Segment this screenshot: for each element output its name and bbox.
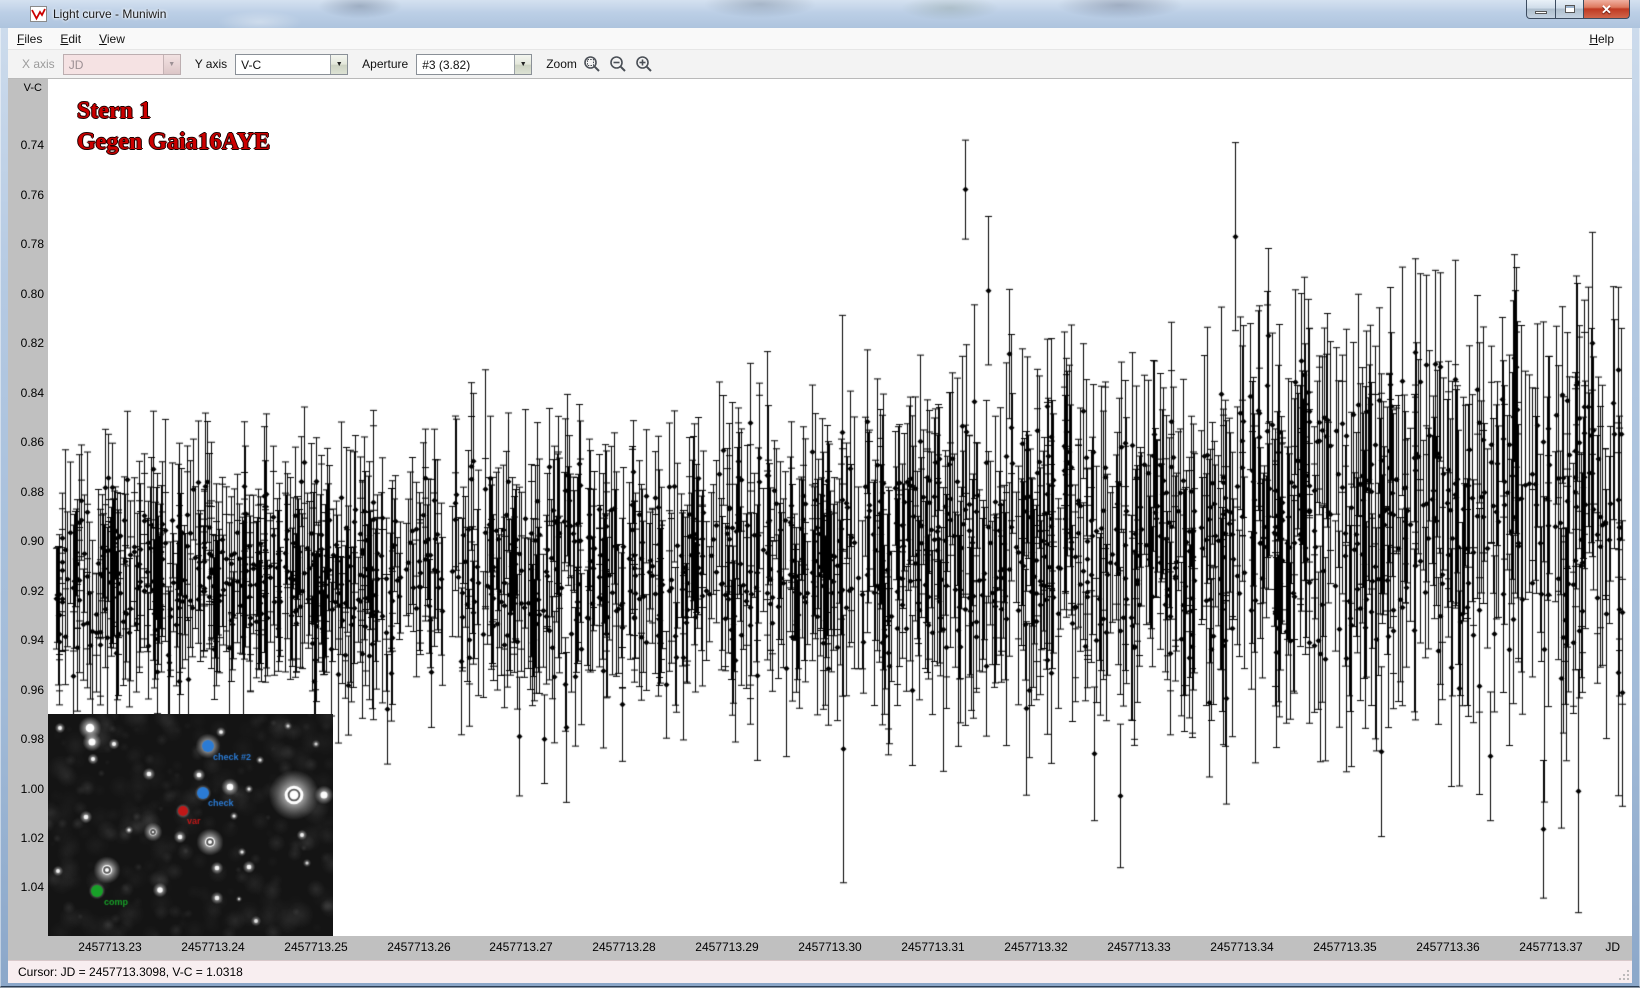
zoom-out-icon [609, 55, 627, 73]
x-tick-label: 2457713.29 [695, 940, 758, 954]
x-tick-label: 2457713.26 [387, 940, 450, 954]
y-tick-label: 0.94 [21, 633, 44, 647]
x-tick-label: 2457713.33 [1107, 940, 1170, 954]
menu-files[interactable]: Files [8, 29, 51, 49]
close-button[interactable]: ✕ [1584, 0, 1630, 19]
x-tick-label: 2457713.36 [1416, 940, 1479, 954]
x-tick-label: 2457713.25 [284, 940, 347, 954]
titlebar[interactable]: Light curve - Muniwin ✕ [0, 0, 1640, 28]
x-tick-label: 2457713.23 [78, 940, 141, 954]
x-axis-label: X axis [22, 57, 55, 71]
y-tick-label: 0.74 [21, 138, 44, 152]
star-field-inset [48, 714, 333, 936]
minimize-button[interactable] [1526, 0, 1556, 19]
window-title: Light curve - Muniwin [53, 7, 166, 21]
x-tick-label: 2457713.37 [1519, 940, 1582, 954]
y-tick-label: 0.76 [21, 188, 44, 202]
zoom-in-button[interactable] [633, 53, 655, 75]
x-tick-label: 2457713.35 [1313, 940, 1376, 954]
toolbar: X axis JD ▼ Y axis V-C ▼ Aperture #3 (3.… [8, 50, 1632, 79]
y-tick-label: 0.80 [21, 287, 44, 301]
window-controls: ✕ [1526, 0, 1630, 19]
zoom-label: Zoom [546, 57, 577, 71]
aperture-label: Aperture [362, 57, 408, 71]
y-tick-label: 1.00 [21, 782, 44, 796]
cursor-readout: Cursor: JD = 2457713.3098, V-C = 1.0318 [18, 965, 243, 979]
x-tick-label: 2457713.31 [901, 940, 964, 954]
chart-title: Stern 1 Gegen Gaia16AYE [77, 96, 270, 158]
menu-help[interactable]: Help [1583, 29, 1620, 49]
y-axis-label: Y axis [195, 57, 227, 71]
x-axis-title: JD [1605, 940, 1620, 954]
aperture-combobox[interactable]: #3 (3.82) ▼ [416, 54, 532, 75]
zoom-in-icon [635, 55, 653, 73]
y-tick-label: 0.84 [21, 386, 44, 400]
y-tick-label: 0.88 [21, 485, 44, 499]
y-tick-label: 0.98 [21, 732, 44, 746]
statusbar: Cursor: JD = 2457713.3098, V-C = 1.0318 [8, 960, 1632, 983]
y-axis-title: V-C [24, 82, 42, 94]
x-axis-combobox: JD ▼ [63, 54, 181, 75]
chart-title-line2: Gegen Gaia16AYE [77, 127, 270, 158]
chevron-down-icon[interactable]: ▼ [514, 55, 531, 74]
close-icon: ✕ [1601, 3, 1612, 16]
minimize-icon [1535, 11, 1547, 14]
x-tick-label: 2457713.32 [1004, 940, 1067, 954]
y-tick-label: 1.04 [21, 880, 44, 894]
zoom-fit-button[interactable] [581, 53, 603, 75]
plot-area: V-C 0.74 0.76 0.78 0.80 0.82 0.84 0.86 0.88 0.90… [8, 79, 1632, 960]
y-tick-label: 0.78 [21, 237, 44, 251]
app-icon [30, 6, 47, 22]
muniwin-window: Light curve - Muniwin ✕ Files Edit View … [0, 0, 1640, 988]
zoom-out-button[interactable] [607, 53, 629, 75]
x-tick-label: 2457713.27 [489, 940, 552, 954]
menu-view[interactable]: View [90, 29, 134, 49]
chart-title-line1: Stern 1 [77, 96, 270, 127]
x-tick-label: 2457713.28 [592, 940, 655, 954]
maximize-icon [1565, 5, 1575, 13]
menubar: Files Edit View Help [8, 28, 1632, 50]
plot-region: Stern 1 Gegen Gaia16AYE [48, 79, 1632, 936]
y-tick-label: 0.96 [21, 683, 44, 697]
menu-edit[interactable]: Edit [51, 29, 90, 49]
y-axis-combobox[interactable]: V-C ▼ [235, 54, 348, 75]
x-tick-label: 2457713.30 [798, 940, 861, 954]
chevron-down-icon: ▼ [163, 55, 180, 74]
y-tick-label: 0.82 [21, 336, 44, 350]
chevron-down-icon[interactable]: ▼ [330, 55, 347, 74]
zoom-fit-icon [583, 55, 601, 73]
x-axis-value: JD [64, 55, 163, 74]
y-axis-value: V-C [236, 55, 330, 74]
aperture-value: #3 (3.82) [417, 55, 514, 74]
x-axis-band: JD 2457713.23 2457713.24 2457713.25 2457713… [8, 936, 1632, 960]
y-axis-band: V-C 0.74 0.76 0.78 0.80 0.82 0.84 0.86 0.88 0.90… [8, 79, 48, 936]
y-tick-label: 0.86 [21, 435, 44, 449]
y-tick-label: 0.90 [21, 534, 44, 548]
y-tick-label: 1.02 [21, 831, 44, 845]
maximize-button[interactable] [1556, 0, 1584, 19]
x-tick-label: 2457713.24 [181, 940, 244, 954]
x-tick-label: 2457713.34 [1210, 940, 1273, 954]
y-tick-label: 0.92 [21, 584, 44, 598]
resize-grip-icon[interactable] [1617, 968, 1630, 981]
